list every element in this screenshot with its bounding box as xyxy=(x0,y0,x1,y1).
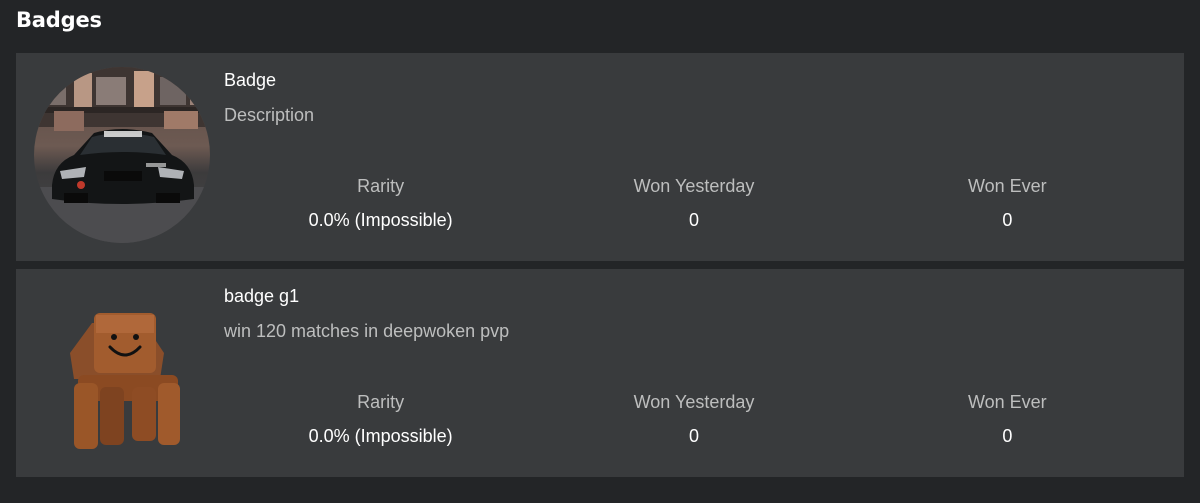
car-photo-icon[interactable] xyxy=(34,67,210,243)
won-ever-label: Won Ever xyxy=(967,176,1047,196)
section-title: Badges xyxy=(16,8,102,32)
rarity-stat: Rarity 0.0% (Impossible) xyxy=(224,175,537,231)
won-ever-stat: Won Ever 0 xyxy=(851,175,1164,231)
badge-stats: Rarity 0.0% (Impossible) Won Yesterday 0… xyxy=(224,391,1164,447)
badge-name[interactable]: Badge xyxy=(224,70,276,91)
badge-stats: Rarity 0.0% (Impossible) Won Yesterday 0… xyxy=(224,175,1164,231)
rarity-value: 0.0% (Impossible) xyxy=(308,426,453,446)
won-ever-value: 0 xyxy=(1002,426,1013,446)
won-yesterday-value: 0 xyxy=(688,210,699,230)
avatar-figure-icon[interactable] xyxy=(34,283,210,459)
rarity-label: Rarity xyxy=(357,176,405,196)
badge-name[interactable]: badge g1 xyxy=(224,286,299,307)
rarity-stat: Rarity 0.0% (Impossible) xyxy=(224,391,537,447)
rarity-value: 0.0% (Impossible) xyxy=(308,210,453,230)
badge-description: win 120 matches in deepwoken pvp xyxy=(224,321,510,341)
won-yesterday-value: 0 xyxy=(688,426,699,446)
won-ever-value: 0 xyxy=(1002,210,1013,230)
badge-card[interactable]: badge g1 win 120 matches in deepwoken pv… xyxy=(16,269,1184,477)
won-yesterday-label: Won Yesterday xyxy=(633,392,755,412)
won-yesterday-stat: Won Yesterday 0 xyxy=(537,391,850,447)
won-ever-stat: Won Ever 0 xyxy=(851,391,1164,447)
won-yesterday-label: Won Yesterday xyxy=(633,176,755,196)
badge-card[interactable]: Badge Description Rarity 0.0% (Impossibl… xyxy=(16,53,1184,261)
badge-list: Badge Description Rarity 0.0% (Impossibl… xyxy=(16,53,1184,485)
rarity-label: Rarity xyxy=(357,392,405,412)
badge-description: Description xyxy=(224,105,315,125)
won-yesterday-stat: Won Yesterday 0 xyxy=(537,175,850,231)
won-ever-label: Won Ever xyxy=(967,392,1047,412)
